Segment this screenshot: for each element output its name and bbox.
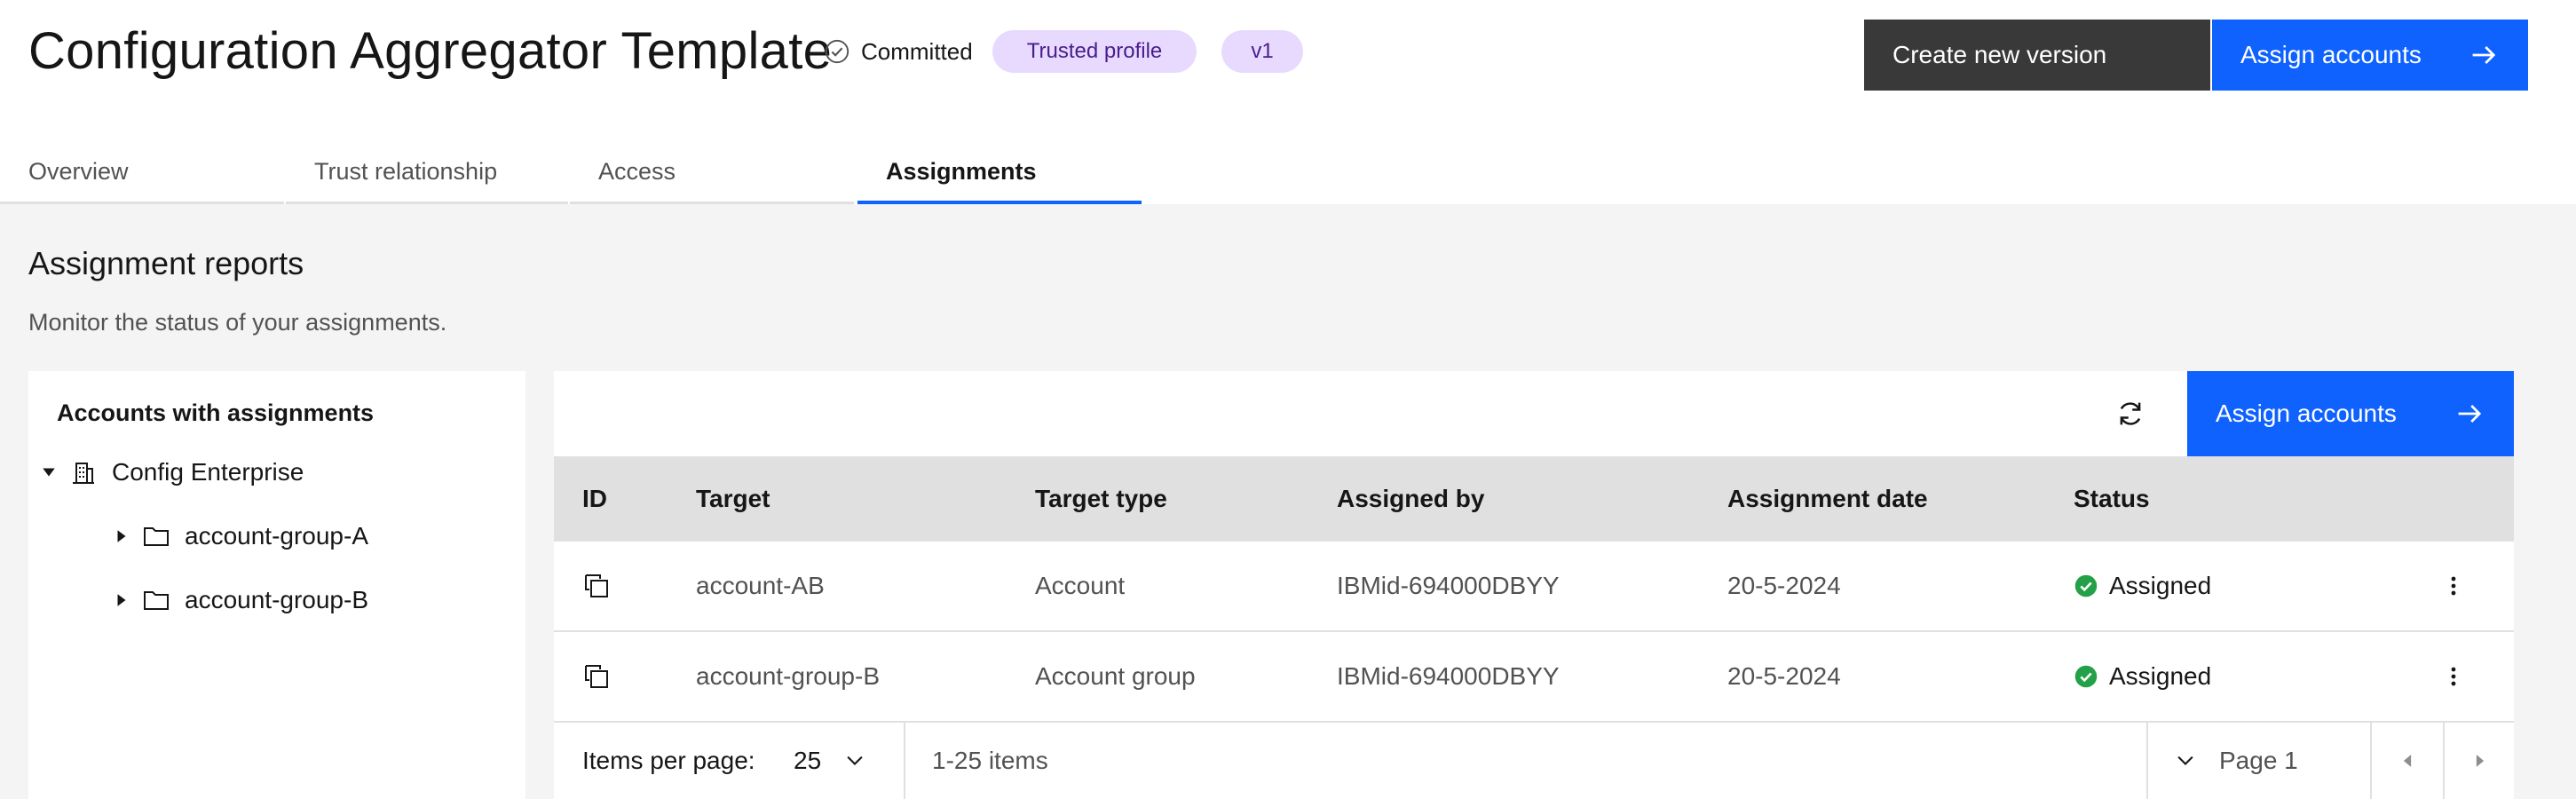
status-label: Assigned: [2109, 662, 2212, 690]
chevron-down-icon: [847, 755, 863, 765]
tab-overview[interactable]: Overview: [0, 142, 284, 204]
pagination-divider: [2146, 723, 2148, 799]
tab-label: Assignments: [886, 157, 1037, 185]
accounts-tree-panel: Accounts with assignments: [28, 371, 525, 799]
page-title: Configuration Aggregator Template: [28, 22, 833, 80]
copy-icon[interactable]: [582, 572, 611, 600]
page-label: Page 1: [2219, 747, 2298, 774]
folder-icon: [144, 591, 169, 610]
items-range: 1-25 items: [932, 747, 1048, 774]
tab-trust-relationship[interactable]: Trust relationship: [286, 142, 568, 204]
column-header-assigned-by: Assigned by: [1337, 485, 1485, 512]
column-header-target-type: Target type: [1035, 485, 1167, 512]
caret-left-icon: [2403, 755, 2412, 767]
assign-accounts-label: Assign accounts: [2240, 41, 2422, 68]
pagination-divider: [904, 723, 905, 799]
column-header-assignment-date: Assignment date: [1727, 485, 1928, 512]
toolbar-assign-accounts-button[interactable]: Assign accounts: [2187, 371, 2514, 456]
assigned-by-cell: IBMid-694000DBYY: [1337, 572, 1560, 599]
toolbar-assign-accounts-label: Assign accounts: [2216, 400, 2397, 427]
check-circle-icon: [825, 39, 849, 64]
building-icon: [73, 463, 94, 484]
tag-trusted-profile: Trusted profile: [992, 30, 1197, 73]
assign-accounts-button[interactable]: Assign accounts: [2212, 20, 2528, 91]
create-new-version-button[interactable]: Create new version: [1864, 20, 2210, 91]
caret-right-icon: [117, 594, 126, 606]
id-cell: [582, 542, 611, 630]
chevron-down-icon: [2177, 755, 2193, 765]
create-new-version-label: Create new version: [1892, 41, 2107, 68]
assignment-date-cell: 20-5-2024: [1727, 572, 1841, 599]
items-per-page-label: Items per page:: [582, 747, 755, 774]
overflow-menu-icon: [2451, 576, 2456, 596]
tag-version: v1: [1221, 30, 1303, 73]
table-row: account-group-B Account group IBMid-6940…: [554, 632, 2514, 723]
section-subtitle: Monitor the status of your assignments.: [28, 309, 447, 336]
tree-panel-title: Accounts with assignments: [57, 400, 375, 426]
folder-icon: [144, 527, 169, 546]
id-cell: [582, 632, 611, 721]
items-per-page-value: 25: [794, 747, 822, 774]
tree-node-label: Config Enterprise: [112, 458, 304, 486]
assigned-by-cell: IBMid-694000DBYY: [1337, 662, 1560, 690]
caret-right-icon: [117, 530, 126, 542]
assignment-date-cell: 20-5-2024: [1727, 662, 1841, 690]
column-header-target: Target: [696, 485, 770, 512]
pagination-bar: Items per page: 25 1-25 items Page 1: [554, 723, 2514, 799]
tab-label: Access: [598, 158, 676, 185]
caret-down-icon: [43, 468, 55, 477]
refresh-icon[interactable]: [2114, 398, 2146, 430]
previous-page-button[interactable]: [2372, 723, 2443, 799]
target-type-cell: Account: [1035, 572, 1126, 599]
tree-node-account-group-b[interactable]: account-group-B: [114, 586, 368, 614]
caret-right-icon: [2476, 755, 2485, 767]
table-header: ID Target Target type Assigned by Assign…: [554, 456, 2514, 542]
target-cell: account-AB: [696, 572, 825, 599]
column-header-id: ID: [582, 485, 607, 512]
tree-node-account-group-a[interactable]: account-group-A: [114, 522, 368, 550]
overflow-menu-icon: [2451, 667, 2456, 686]
tab-assignments[interactable]: Assignments: [857, 142, 1142, 204]
tab-label: Trust relationship: [314, 158, 498, 185]
next-page-button[interactable]: [2445, 723, 2516, 799]
target-cell: account-group-B: [696, 662, 881, 690]
check-circle-filled-icon: [2074, 665, 2098, 688]
tree-node-label: account-group-B: [185, 586, 369, 613]
copy-icon[interactable]: [582, 662, 611, 691]
tab-list: Overview Trust relationship Access Assig…: [0, 142, 1145, 204]
arrow-right-icon: [2458, 405, 2482, 423]
row-overflow-menu[interactable]: [2439, 632, 2468, 721]
status-indicator: Committed: [824, 36, 973, 67]
column-header-status: Status: [2074, 485, 2150, 512]
check-circle-filled-icon: [2074, 574, 2098, 597]
tab-access[interactable]: Access: [570, 142, 854, 204]
target-type-cell: Account group: [1035, 662, 1196, 690]
tree-node-config-enterprise[interactable]: Config Enterprise: [41, 458, 304, 487]
status-cell: Assigned: [2074, 632, 2211, 721]
items-per-page-select[interactable]: 25: [794, 723, 900, 799]
status-cell: Assigned: [2074, 542, 2211, 630]
tree-node-label: account-group-A: [185, 522, 369, 550]
table-row: account-AB Account IBMid-694000DBYY 20-5…: [554, 542, 2514, 632]
row-overflow-menu[interactable]: [2439, 542, 2468, 630]
status-label: Assigned: [2109, 572, 2212, 599]
section-title: Assignment reports: [28, 245, 304, 281]
tab-label: Overview: [28, 158, 129, 185]
arrow-right-icon: [2472, 46, 2496, 64]
status-label: Committed: [861, 37, 973, 65]
page-select[interactable]: Page 1: [2152, 723, 2374, 799]
page-header: Configuration Aggregator Template Commit…: [0, 0, 2576, 204]
